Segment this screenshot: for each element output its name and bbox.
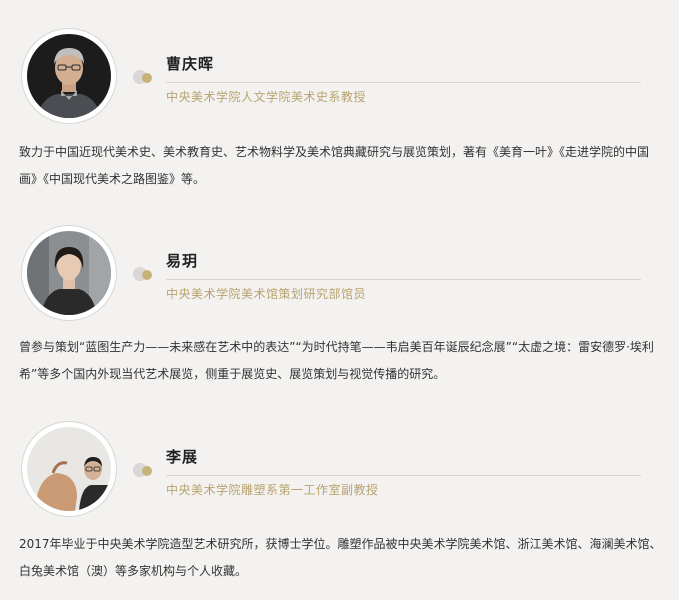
divider: [166, 82, 641, 83]
person-title: 中央美术学院美术馆策划研究部馆员: [166, 287, 367, 301]
portrait-photo: [27, 231, 111, 315]
person-title: 中央美术学院雕塑系第一工作室副教授: [166, 483, 379, 497]
decorative-dot-icon: [142, 270, 152, 280]
avatar: [21, 421, 117, 517]
person-name: 易玥: [166, 252, 199, 270]
divider: [166, 475, 641, 476]
person-title: 中央美术学院人文学院美术史系教授: [166, 90, 367, 104]
person-bio: 曾参与策划“蓝图生产力——未来感在艺术中的表达”“为时代持笔——韦启美百年诞辰纪…: [19, 340, 654, 381]
person-name: 李展: [166, 448, 199, 466]
divider: [166, 279, 641, 280]
person-bio: 致力于中国近现代美术史、美术教育史、艺术物料学及美术馆典藏研究与展览策划，著有《…: [19, 145, 650, 186]
portrait-photo: [27, 34, 111, 118]
avatar: [21, 225, 117, 321]
decorative-dot-icon: [142, 73, 152, 83]
avatar: [21, 28, 117, 124]
portrait-photo: [27, 427, 111, 511]
person-name: 曹庆晖: [166, 55, 215, 73]
decorative-dot-icon: [142, 466, 152, 476]
person-bio: 2017年毕业于中央美术学院造型艺术研究所，获博士学位。雕塑作品被中央美术学院美…: [19, 537, 662, 578]
